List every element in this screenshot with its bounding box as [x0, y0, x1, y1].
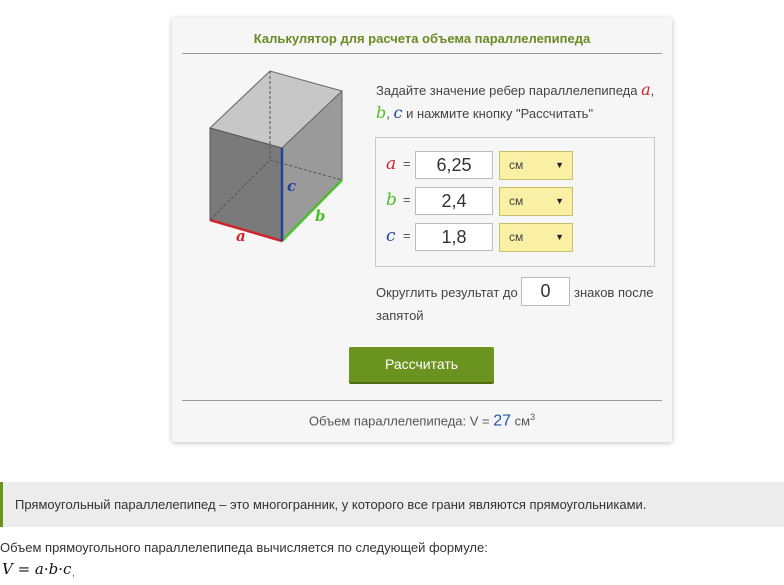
input-row-c: c = 1,8 см ▼: [376, 223, 654, 253]
edge-c-unit-select[interactable]: см ▼: [499, 223, 573, 252]
equals-sign: =: [403, 156, 411, 171]
dropdown-arrow-icon: ▼: [555, 196, 564, 206]
rounding-suffix: знаков после: [574, 285, 654, 300]
result-value: 27: [493, 412, 512, 430]
formula-comma: ,: [72, 568, 75, 579]
unit-value: см: [509, 194, 524, 208]
input-row-a: a = 6,25 см ▼: [376, 151, 654, 181]
edge-c-input[interactable]: 1,8: [415, 223, 493, 251]
result-label: Объем параллелепипеда: V =: [308, 413, 494, 429]
instructions-text-end: и нажмите кнопку "Рассчитать": [402, 106, 594, 121]
comma: ,: [386, 106, 390, 121]
label-c: c: [287, 177, 296, 195]
instructions-text: Задайте значение ребер параллелепипеда: [376, 83, 642, 98]
calculator-title: Калькулятор для расчета объема параллеле…: [253, 31, 591, 46]
divider: [182, 53, 662, 54]
edge-a-unit-select[interactable]: см ▼: [499, 151, 573, 180]
result-unit-exponent: 3: [530, 412, 536, 422]
equals-sign: =: [403, 192, 411, 207]
calculate-button[interactable]: Рассчитать: [349, 347, 494, 382]
rounding-suffix-2: запятой: [376, 308, 424, 323]
edge-a-input[interactable]: 6,25: [415, 151, 493, 179]
comma: ,: [650, 83, 655, 98]
edge-inputs: a = 6,25 см ▼ b = 2,4 см ▼ c = 1,8 см ▼: [375, 137, 655, 267]
result-unit: см: [514, 413, 531, 429]
input-label-a: a: [386, 154, 397, 174]
result-line: Объем параллелепипеда: V = 27 см3: [172, 412, 672, 430]
definition-note: Прямоугольный параллелепипед – это много…: [0, 482, 784, 527]
unit-value: см: [509, 158, 524, 172]
unit-value: см: [509, 230, 524, 244]
edge-b-input[interactable]: 2,4: [415, 187, 493, 215]
parallelepiped-diagram: a b c: [209, 70, 343, 245]
dropdown-arrow-icon: ▼: [555, 232, 564, 242]
label-a: a: [236, 227, 246, 245]
volume-formula: V = a·b·c: [2, 560, 72, 578]
input-label-c: c: [386, 226, 396, 246]
dropdown-arrow-icon: ▼: [555, 160, 564, 170]
label-b: b: [315, 207, 326, 225]
edge-b-unit-select[interactable]: см ▼: [499, 187, 573, 216]
definition-text: Прямоугольный параллелепипед – это много…: [15, 497, 647, 512]
input-row-b: b = 2,4 см ▼: [376, 187, 654, 217]
equals-sign: =: [403, 228, 411, 243]
rounding-input[interactable]: 0: [521, 277, 570, 306]
var-b: b: [376, 103, 387, 122]
instructions: Задайте значение ребер параллелепипеда a…: [376, 79, 662, 125]
divider: [182, 400, 662, 401]
input-label-b: b: [386, 190, 397, 210]
formula-intro: Объем прямоугольного параллелепипеда выч…: [0, 540, 488, 555]
var-a: a: [641, 80, 651, 99]
calculator-panel: Калькулятор для расчета объема параллеле…: [172, 18, 672, 442]
